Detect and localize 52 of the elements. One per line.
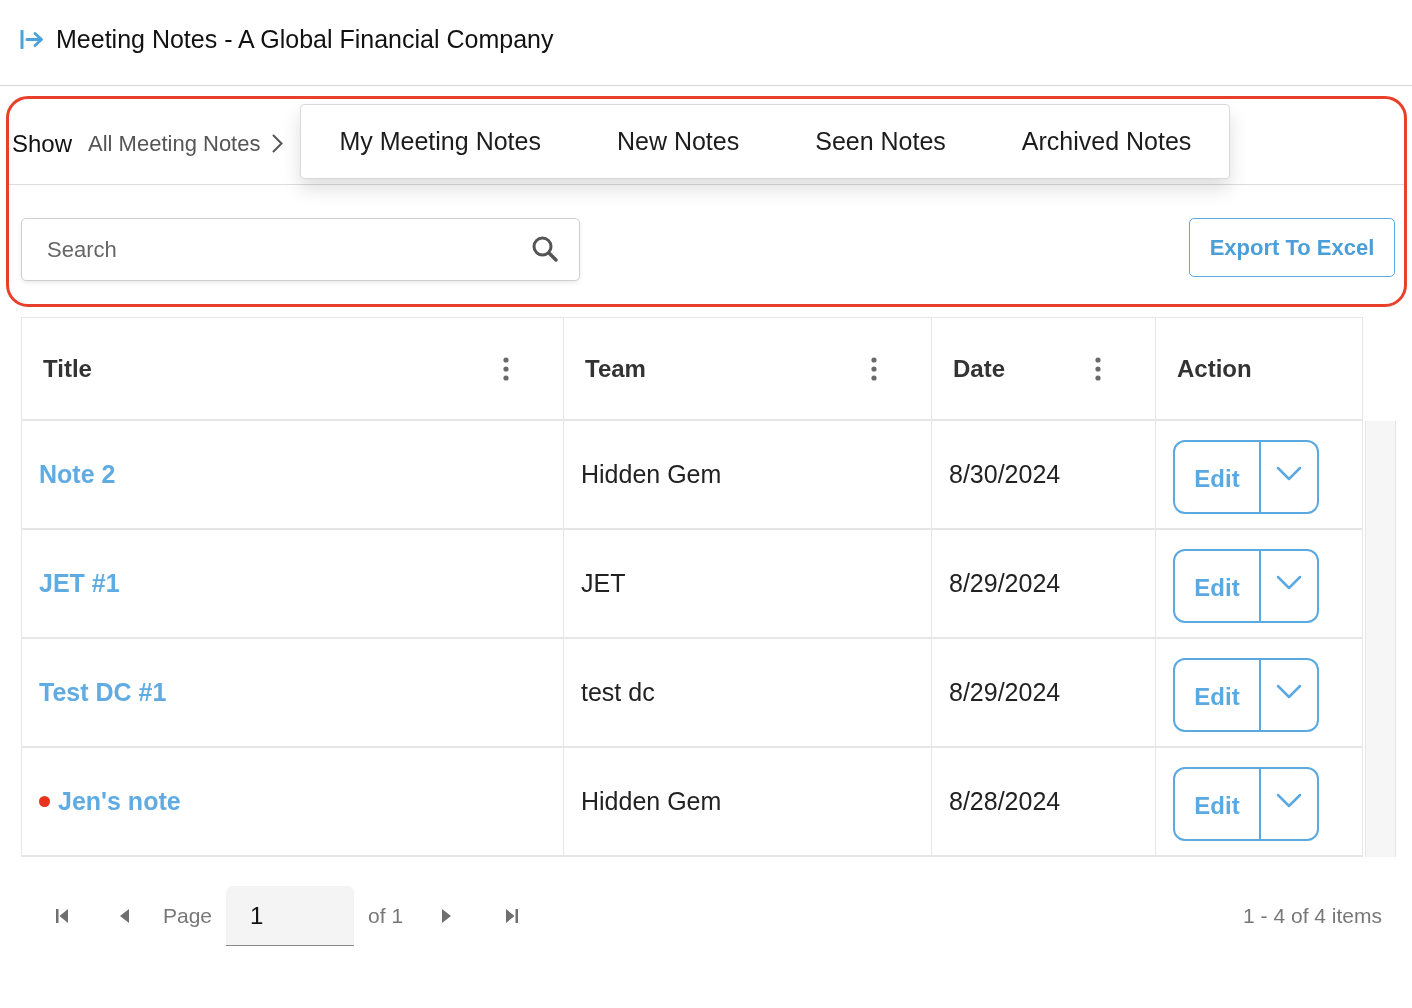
previous-page-icon	[119, 909, 129, 923]
menu-item[interactable]: My Meeting Notes	[301, 105, 579, 178]
more-actions-button[interactable]	[1261, 439, 1319, 514]
table-cell: JET	[564, 530, 932, 639]
kebab-menu-icon[interactable]	[1095, 356, 1101, 381]
note-title-link[interactable]: Note 2	[39, 460, 116, 489]
chevron-down-icon	[1276, 793, 1302, 808]
page-count: of 1	[368, 904, 404, 928]
edit-button[interactable]: Edit	[1173, 657, 1261, 732]
chevron-right-icon	[272, 134, 284, 153]
edit-button[interactable]: Edit	[1173, 766, 1261, 841]
edit-button[interactable]: Edit	[1173, 548, 1261, 623]
chevron-down-icon	[1276, 466, 1302, 481]
more-actions-button[interactable]	[1261, 766, 1319, 841]
next-page-icon	[441, 909, 451, 923]
search-icon	[532, 236, 558, 262]
note-title-link[interactable]: JET #1	[39, 569, 120, 598]
first-page-icon	[56, 909, 68, 923]
chevron-down-icon	[1276, 575, 1302, 590]
scrollbar-track[interactable]	[1365, 421, 1396, 857]
arrow-to-right-icon	[20, 30, 44, 49]
export-button[interactable]: Export To Excel	[1189, 218, 1395, 277]
kebab-menu-icon[interactable]	[503, 356, 509, 381]
table-cell: Hidden Gem	[564, 748, 932, 857]
column-header: Action	[1177, 354, 1252, 383]
table-cell: 8/30/2024	[932, 421, 1156, 530]
chevron-down-icon	[1276, 684, 1302, 699]
show-label: Show	[12, 129, 73, 158]
kebab-menu-icon[interactable]	[871, 356, 877, 381]
view-picker[interactable]: All Meeting Notes	[88, 130, 284, 157]
items-summary: 1 - 4 of 4 items	[1243, 904, 1382, 928]
menu-item[interactable]: Archived Notes	[983, 105, 1230, 178]
menu-item[interactable]: Seen Notes	[777, 105, 984, 178]
page-input[interactable]: 1	[226, 886, 355, 946]
page-label: Page	[163, 904, 213, 928]
table-cell: Hidden Gem	[564, 421, 932, 530]
note-title-link[interactable]: Jen's note	[58, 787, 181, 816]
more-actions-button[interactable]	[1261, 548, 1319, 623]
edit-button[interactable]: Edit	[1173, 439, 1261, 514]
page-title: Meeting Notes - A Global Financial Company	[56, 25, 554, 54]
table-cell: 8/28/2024	[932, 748, 1156, 857]
search-field[interactable]: Search	[21, 218, 580, 281]
column-header: Team	[585, 354, 646, 383]
column-header: Title	[43, 354, 92, 383]
table-cell: test dc	[564, 639, 932, 748]
table-cell: 8/29/2024	[932, 639, 1156, 748]
more-actions-button[interactable]	[1261, 657, 1319, 732]
column-header: Date	[953, 354, 1006, 383]
menu-item[interactable]: New Notes	[578, 105, 778, 178]
last-page-icon	[506, 909, 519, 923]
table-cell: 8/29/2024	[932, 530, 1156, 639]
note-title-link[interactable]: Test DC #1	[39, 678, 167, 707]
